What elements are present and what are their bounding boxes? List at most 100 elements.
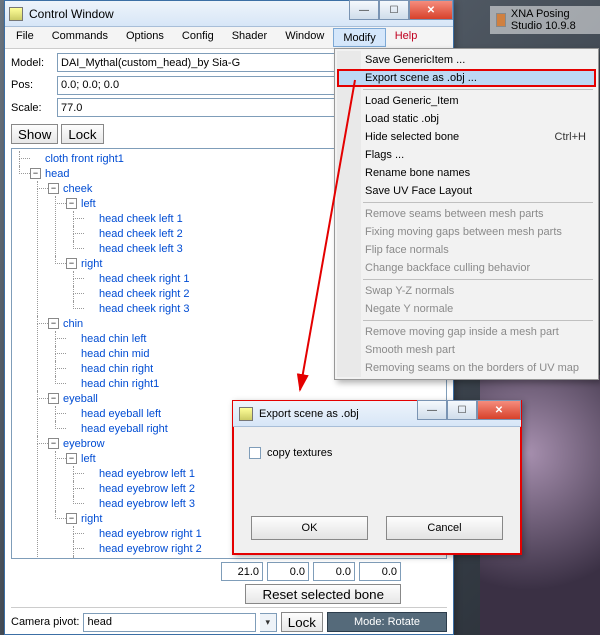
menu-modify[interactable]: Modify [333, 28, 385, 47]
tree-item[interactable]: cloth front right1 [45, 153, 124, 165]
pivot-dropdown-icon[interactable] [260, 613, 277, 632]
tree-item[interactable]: head eyebrow right 3 [99, 558, 202, 560]
pos-input[interactable] [57, 76, 377, 95]
tree-item[interactable]: head eyeball right [81, 423, 168, 435]
tree-cheek[interactable]: cheek [63, 183, 92, 195]
dialog-title: Export scene as .obj [259, 408, 359, 420]
menu-config[interactable]: Config [173, 27, 223, 48]
tree-item[interactable]: head eyeball left [81, 408, 161, 420]
tree-right[interactable]: right [81, 258, 102, 270]
tree-item[interactable]: head cheek right 1 [99, 273, 190, 285]
menuitem-swap-yz: Swap Y-Z normals [337, 282, 596, 300]
expand-icon[interactable]: − [48, 318, 59, 329]
menubar: File Commands Options Config Shader Wind… [5, 27, 453, 49]
tree-item[interactable]: head cheek right 2 [99, 288, 190, 300]
tree-right[interactable]: right [81, 513, 102, 525]
lock-button[interactable]: Lock [61, 124, 103, 144]
menu-shader[interactable]: Shader [223, 27, 276, 48]
tree-item[interactable]: head chin left [81, 333, 146, 345]
menuitem-flags[interactable]: Flags ... [337, 146, 596, 164]
expand-icon[interactable]: − [48, 393, 59, 404]
tree-left[interactable]: left [81, 198, 96, 210]
menuitem-fix-gaps: Fixing moving gaps between mesh parts [337, 223, 596, 241]
modify-menu: Save GenericItem ... Export scene as .ob… [334, 48, 599, 380]
tree-item[interactable]: head eyebrow left 1 [99, 468, 195, 480]
control-titlebar[interactable]: Control Window [5, 1, 453, 27]
pivot-lock-button[interactable]: Lock [281, 612, 323, 632]
tree-left[interactable]: left [81, 453, 96, 465]
dialog-window-buttons [417, 400, 521, 420]
tree-head[interactable]: head [45, 168, 69, 180]
tree-item[interactable]: head chin right [81, 363, 153, 375]
tree-item[interactable]: head eyebrow right 2 [99, 543, 202, 555]
menuitem-load-static[interactable]: Load static .obj [337, 110, 596, 128]
val-3[interactable] [359, 562, 401, 581]
expand-icon[interactable]: − [66, 513, 77, 524]
camera-pivot-label: Camera pivot: [11, 616, 79, 628]
tree-eyeball[interactable]: eyeball [63, 393, 98, 405]
menu-options[interactable]: Options [117, 27, 173, 48]
reset-bone-button[interactable]: Reset selected bone [245, 584, 401, 604]
expand-icon[interactable]: − [48, 438, 59, 449]
xna-title-text: XNA Posing Studio 10.9.8 [511, 8, 594, 32]
dialog-maximize-button[interactable] [447, 400, 477, 420]
menu-help[interactable]: Help [386, 27, 427, 48]
menuitem-save-uv[interactable]: Save UV Face Layout [337, 182, 596, 200]
scale-label: Scale: [11, 102, 53, 114]
val-0[interactable] [221, 562, 263, 581]
expand-icon[interactable]: − [66, 198, 77, 209]
menuitem-export-obj[interactable]: Export scene as .obj ... [337, 69, 596, 87]
ok-button[interactable]: OK [251, 516, 368, 540]
dialog-titlebar[interactable]: Export scene as .obj [233, 401, 521, 427]
tree-item[interactable]: head cheek left 1 [99, 213, 183, 225]
tree-item[interactable]: head cheek left 3 [99, 243, 183, 255]
transform-values [11, 562, 447, 581]
dialog-icon [239, 407, 253, 421]
tree-item[interactable]: head chin right1 [81, 378, 159, 390]
maximize-button[interactable] [379, 0, 409, 20]
menuitem-backface: Change backface culling behavior [337, 259, 596, 277]
window-title: Control Window [29, 7, 114, 21]
menuitem-remove-gap: Remove moving gap inside a mesh part [337, 323, 596, 341]
minimize-button[interactable] [349, 0, 379, 20]
tree-item[interactable]: head eyebrow left 3 [99, 498, 195, 510]
expand-icon[interactable]: − [66, 453, 77, 464]
val-1[interactable] [267, 562, 309, 581]
tree-item[interactable]: head cheek left 2 [99, 228, 183, 240]
tree-item[interactable]: head eyebrow right 1 [99, 528, 202, 540]
menuitem-flip-normals: Flip face normals [337, 241, 596, 259]
menuitem-smooth: Smooth mesh part [337, 341, 596, 359]
camera-pivot-input[interactable] [83, 613, 255, 632]
val-2[interactable] [313, 562, 355, 581]
menuitem-load-generic[interactable]: Load Generic_Item [337, 92, 596, 110]
expand-icon[interactable]: − [66, 258, 77, 269]
model-label: Model: [11, 57, 53, 69]
menu-commands[interactable]: Commands [43, 27, 117, 48]
dialog-minimize-button[interactable] [417, 400, 447, 420]
tree-eyebrow[interactable]: eyebrow [63, 438, 105, 450]
menuitem-remove-seams: Remove seams between mesh parts [337, 205, 596, 223]
shortcut: Ctrl+H [555, 131, 586, 143]
export-dialog: Export scene as .obj copy textures OK Ca… [232, 400, 522, 555]
menuitem-hide-bone[interactable]: Hide selected boneCtrl+H [337, 128, 596, 146]
tree-chin[interactable]: chin [63, 318, 83, 330]
pos-label: Pos: [11, 79, 53, 91]
menuitem-remove-seams-uv: Removing seams on the borders of UV map [337, 359, 596, 377]
copy-textures-checkbox[interactable] [249, 447, 261, 459]
close-button[interactable] [409, 0, 453, 20]
mode-button[interactable]: Mode: Rotate [327, 612, 447, 632]
menu-window[interactable]: Window [276, 27, 333, 48]
expand-icon[interactable]: − [30, 168, 41, 179]
tree-item[interactable]: head eyebrow left 2 [99, 483, 195, 495]
cancel-button[interactable]: Cancel [386, 516, 503, 540]
tree-item[interactable]: head chin mid [81, 348, 150, 360]
xna-icon [496, 13, 506, 27]
window-icon [9, 7, 23, 21]
dialog-close-button[interactable] [477, 400, 521, 420]
tree-item[interactable]: head cheek right 3 [99, 303, 190, 315]
expand-icon[interactable]: − [48, 183, 59, 194]
menuitem-rename[interactable]: Rename bone names [337, 164, 596, 182]
show-button[interactable]: Show [11, 124, 58, 144]
menuitem-save-generic[interactable]: Save GenericItem ... [337, 51, 596, 69]
menu-file[interactable]: File [7, 27, 43, 48]
